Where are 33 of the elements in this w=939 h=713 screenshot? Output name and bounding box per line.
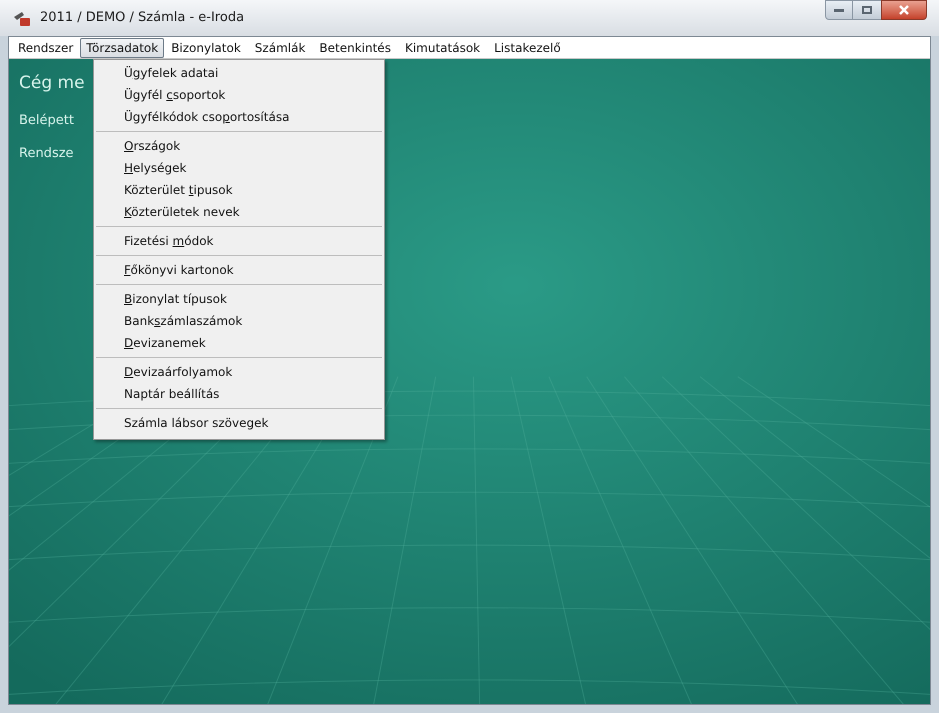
close-icon — [899, 5, 909, 15]
minimize-button[interactable] — [825, 0, 853, 20]
dropdown-item[interactable]: Devizaárfolyamok — [96, 361, 382, 383]
menu-item[interactable]: Törzsadatok — [80, 38, 164, 58]
dropdown-item[interactable]: Helységek — [96, 157, 382, 179]
dropdown-item[interactable]: Fizetési módok — [96, 230, 382, 252]
dropdown-item[interactable]: Ügyfél csoportok — [96, 84, 382, 106]
app-icon — [12, 9, 32, 27]
dropdown-item[interactable]: Bizonylat típusok — [96, 288, 382, 310]
dropdown-item[interactable]: Országok — [96, 135, 382, 157]
info-text: Rendsze — [19, 145, 74, 163]
menu-item[interactable]: Számlák — [248, 38, 312, 58]
dropdown-item[interactable]: Bankszámlaszámok — [96, 310, 382, 332]
menu-item[interactable]: Kimutatások — [398, 38, 488, 58]
menu-item[interactable]: Listakezelő — [487, 38, 568, 58]
window-title: 2011 / DEMO / Számla - e-Iroda — [40, 9, 244, 28]
maximize-icon — [862, 6, 872, 14]
info-text: Belépett — [19, 112, 74, 130]
menu-item[interactable]: Bizonylatok — [164, 38, 248, 58]
dropdown-item[interactable]: Főkönyvi kartonok — [96, 259, 382, 281]
dropdown-item[interactable]: Devizanemek — [96, 332, 382, 354]
dropdown-item[interactable]: Ügyfélkódok csoportosítása — [96, 106, 382, 128]
menu-item[interactable]: Rendszer — [11, 38, 80, 58]
minimize-icon — [834, 8, 844, 12]
dropdown-item[interactable]: Közterületek nevek — [96, 201, 382, 223]
dropdown-item[interactable]: Ügyfelek adatai — [96, 62, 382, 84]
dropdown-item[interactable]: Számla lábsor szövegek — [96, 412, 382, 434]
dropdown-item[interactable]: Naptár beállítás — [96, 383, 382, 405]
close-button[interactable] — [881, 0, 927, 20]
maximize-button[interactable] — [853, 0, 881, 20]
dropdown-item[interactable]: Közterület tipusok — [96, 179, 382, 201]
menu-item[interactable]: Betenkintés — [312, 38, 398, 58]
company-heading: Cég me — [19, 72, 85, 95]
